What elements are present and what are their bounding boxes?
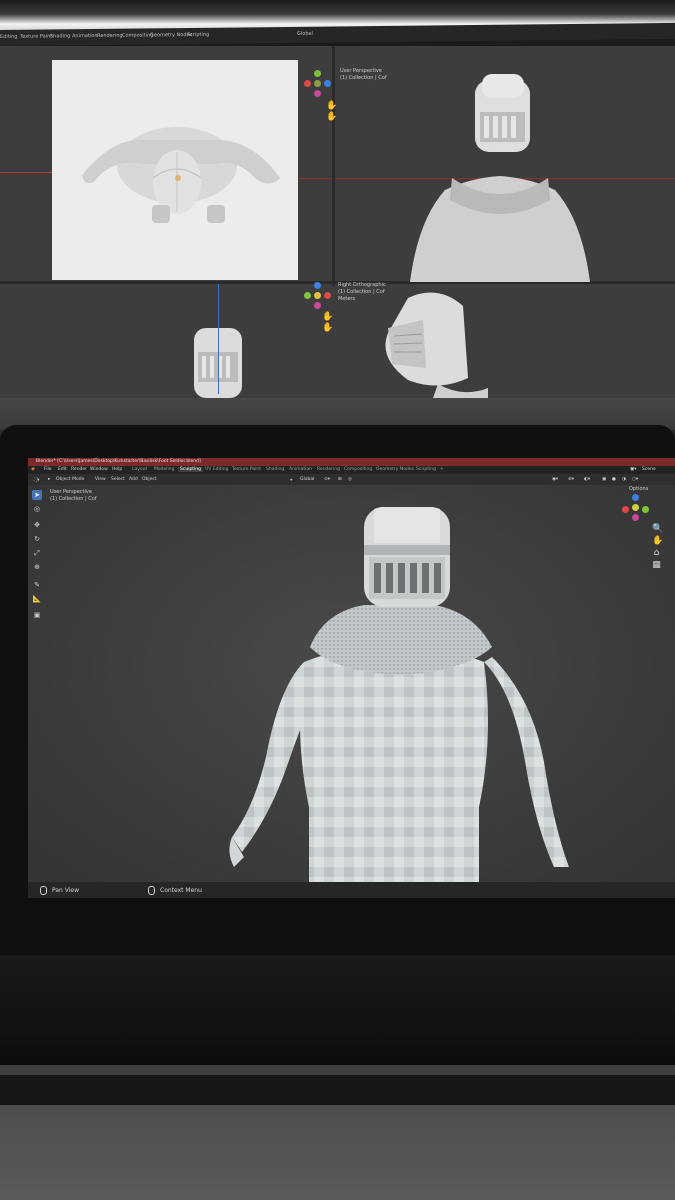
top-menu-bar: ◉ File Edit Render Window Help Layout Mo… [28, 466, 675, 474]
object-mode-dropdown[interactable]: Object Mode [56, 477, 84, 482]
tablet-base-edge [0, 1075, 675, 1105]
status-bar: Pan View Context Menu [28, 882, 675, 898]
menu-edit[interactable]: Edit [58, 467, 67, 472]
window-title: Blender* [C:\Users\James\Desktop\Kicksta… [36, 459, 201, 464]
tab-compositing[interactable]: Compositing [344, 467, 372, 472]
tab-scripting[interactable]: Scripting [416, 467, 436, 472]
viewport-ortho-icon[interactable]: ▦ [652, 561, 661, 570]
upper-monitor: Editing Texture Paint Shading Animation … [0, 0, 675, 398]
menu-select[interactable]: Select [111, 477, 125, 482]
upper-orientation[interactable]: Global [297, 31, 313, 37]
tab-shading[interactable]: Shading [266, 467, 284, 472]
upper-tab-scripting[interactable]: Scripting [187, 32, 209, 38]
navigation-gizmo-icon[interactable] [304, 70, 332, 98]
measure-tool-icon[interactable]: 📐 [32, 594, 42, 604]
tab-sculpting[interactable]: Sculpting [178, 467, 204, 472]
status-context-menu: Context Menu [148, 886, 202, 895]
zoom-hand-ortho-icon[interactable]: ✋ [322, 324, 333, 333]
knight-helmet-side [385, 292, 488, 398]
blender-logo-icon[interactable]: ◉ [31, 467, 35, 472]
upper-area-divider-vertical[interactable] [332, 46, 335, 286]
menu-window[interactable]: Window [90, 467, 108, 472]
scene-selector-icon[interactable]: ▣▾ [630, 467, 637, 472]
reference-image-panel [52, 60, 298, 280]
pen-display-lower-bezel [0, 955, 675, 1065]
upper-viewport-collection-label: (1) Collection | Cof [340, 75, 387, 81]
viewport-header: ⛶▾ ▸ Object Mode View Select Add Object … [28, 474, 675, 485]
move-tool-icon[interactable]: ✥ [32, 520, 42, 530]
mouse-right-icon [148, 886, 155, 895]
tool-shelf: ➤ ◎ ✥ ↻ ⤢ ⊕ ✎ 📐 ▣ [30, 490, 44, 638]
viewport-navigation-gizmo-icon[interactable] [622, 494, 650, 522]
scale-tool-icon[interactable]: ⤢ [32, 548, 42, 558]
viewport-pan-icon[interactable]: ✋ [652, 537, 663, 546]
window-title-bar: Blender* [C:\Users\James\Desktop\Kicksta… [28, 458, 675, 466]
pan-hand-ortho-icon[interactable]: ✋ [322, 313, 333, 322]
proportional-icon[interactable]: ◎ [348, 477, 352, 482]
overlay-toggle-icon[interactable]: ◐▾ [584, 477, 590, 482]
reference-sculpt-topdown [82, 127, 280, 223]
knight-model-perspective [410, 74, 590, 282]
editor-type-icon[interactable]: ⛶▾ [34, 477, 39, 483]
transform-tool-icon[interactable]: ⊕ [32, 562, 42, 572]
viewport-camera-icon[interactable]: ⌂ [652, 549, 661, 558]
tab-texture-paint[interactable]: Texture Paint [232, 467, 261, 472]
upper-tab-compositing[interactable]: Compositing [122, 32, 153, 38]
tab-uv-editing[interactable]: UV Editing [205, 467, 228, 472]
shading-solid-icon[interactable]: ● [612, 477, 616, 482]
xray-icon[interactable]: ▣ [602, 477, 606, 482]
tab-geometry-nodes[interactable]: Geometry Nodes [376, 467, 414, 472]
visibility-icon[interactable]: ◉▾ [552, 477, 558, 482]
viewport-collection-label: (1) Collection | Cof [50, 496, 97, 502]
orientation-icon[interactable]: ⌖ [290, 477, 293, 483]
status-pan-view: Pan View [40, 886, 79, 895]
menu-object[interactable]: Object [142, 477, 157, 482]
tab-rendering[interactable]: Rendering [317, 467, 340, 472]
x-axis-line [0, 172, 52, 173]
zoom-hand-icon[interactable]: ✋ [326, 113, 337, 122]
upper-tab-geometry-nodes[interactable]: Geometry Nodes [150, 32, 192, 38]
rotate-tool-icon[interactable]: ↻ [32, 534, 42, 544]
shading-rendered-icon[interactable]: ○▾ [632, 477, 638, 482]
menu-render[interactable]: Render [71, 467, 87, 472]
shading-material-icon[interactable]: ◑ [622, 477, 626, 482]
add-cube-tool-icon[interactable]: ▣ [32, 610, 42, 620]
navigation-gizmo-ortho-icon[interactable] [304, 282, 332, 310]
upper-tab-texture-paint[interactable]: Texture Paint [20, 33, 52, 39]
upper-tab-rendering[interactable]: Rendering [97, 33, 123, 39]
pan-hand-icon[interactable]: ✋ [326, 102, 337, 111]
menu-add[interactable]: Add [129, 477, 138, 482]
tab-animation[interactable]: Animation [289, 467, 312, 472]
gizmo-toggle-icon[interactable]: ⊕▾ [568, 477, 574, 482]
knight-foot-soldier-model [229, 507, 569, 882]
menu-file[interactable]: File [44, 467, 52, 472]
status-context-label: Context Menu [160, 887, 202, 894]
upper-tab-animation[interactable]: Animation [72, 33, 98, 39]
annotate-tool-icon[interactable]: ✎ [32, 580, 42, 590]
3d-viewport[interactable]: User Perspective (1) Collection | Cof Op… [28, 485, 675, 882]
cursor-tool-icon[interactable]: ◎ [32, 504, 42, 514]
upper-viewport-view-label: User Perspective [340, 68, 382, 74]
mode-dropdown-icon[interactable]: ▸ [48, 477, 50, 482]
mouse-middle-icon [40, 886, 47, 895]
blender-window: Blender* [C:\Users\James\Desktop\Kicksta… [28, 458, 675, 898]
upper-tab-editing[interactable]: Editing [0, 34, 17, 40]
select-tool-icon[interactable]: ➤ [32, 490, 42, 500]
menu-help[interactable]: Help [112, 467, 122, 472]
pivot-icon[interactable]: ⊙▾ [324, 477, 330, 482]
menu-view[interactable]: View [95, 477, 106, 482]
tab-modeling[interactable]: Modeling [154, 467, 174, 472]
snap-icon[interactable]: ⊞ [338, 477, 342, 482]
transform-orientation-dropdown[interactable]: Global [300, 477, 314, 482]
status-pan-label: Pan View [52, 887, 79, 894]
viewport-zoom-icon[interactable]: 🔍 [652, 525, 663, 534]
viewport-view-label: User Perspective [50, 489, 92, 495]
ortho-units-label: Meters [338, 296, 356, 302]
z-axis-line [218, 284, 219, 394]
upper-tab-shading[interactable]: Shading [50, 33, 70, 39]
tab-layout[interactable]: Layout [132, 467, 147, 472]
add-workspace-button[interactable]: + [440, 467, 444, 472]
scene-name[interactable]: Scene [642, 467, 656, 472]
options-dropdown[interactable]: Options [629, 486, 648, 493]
